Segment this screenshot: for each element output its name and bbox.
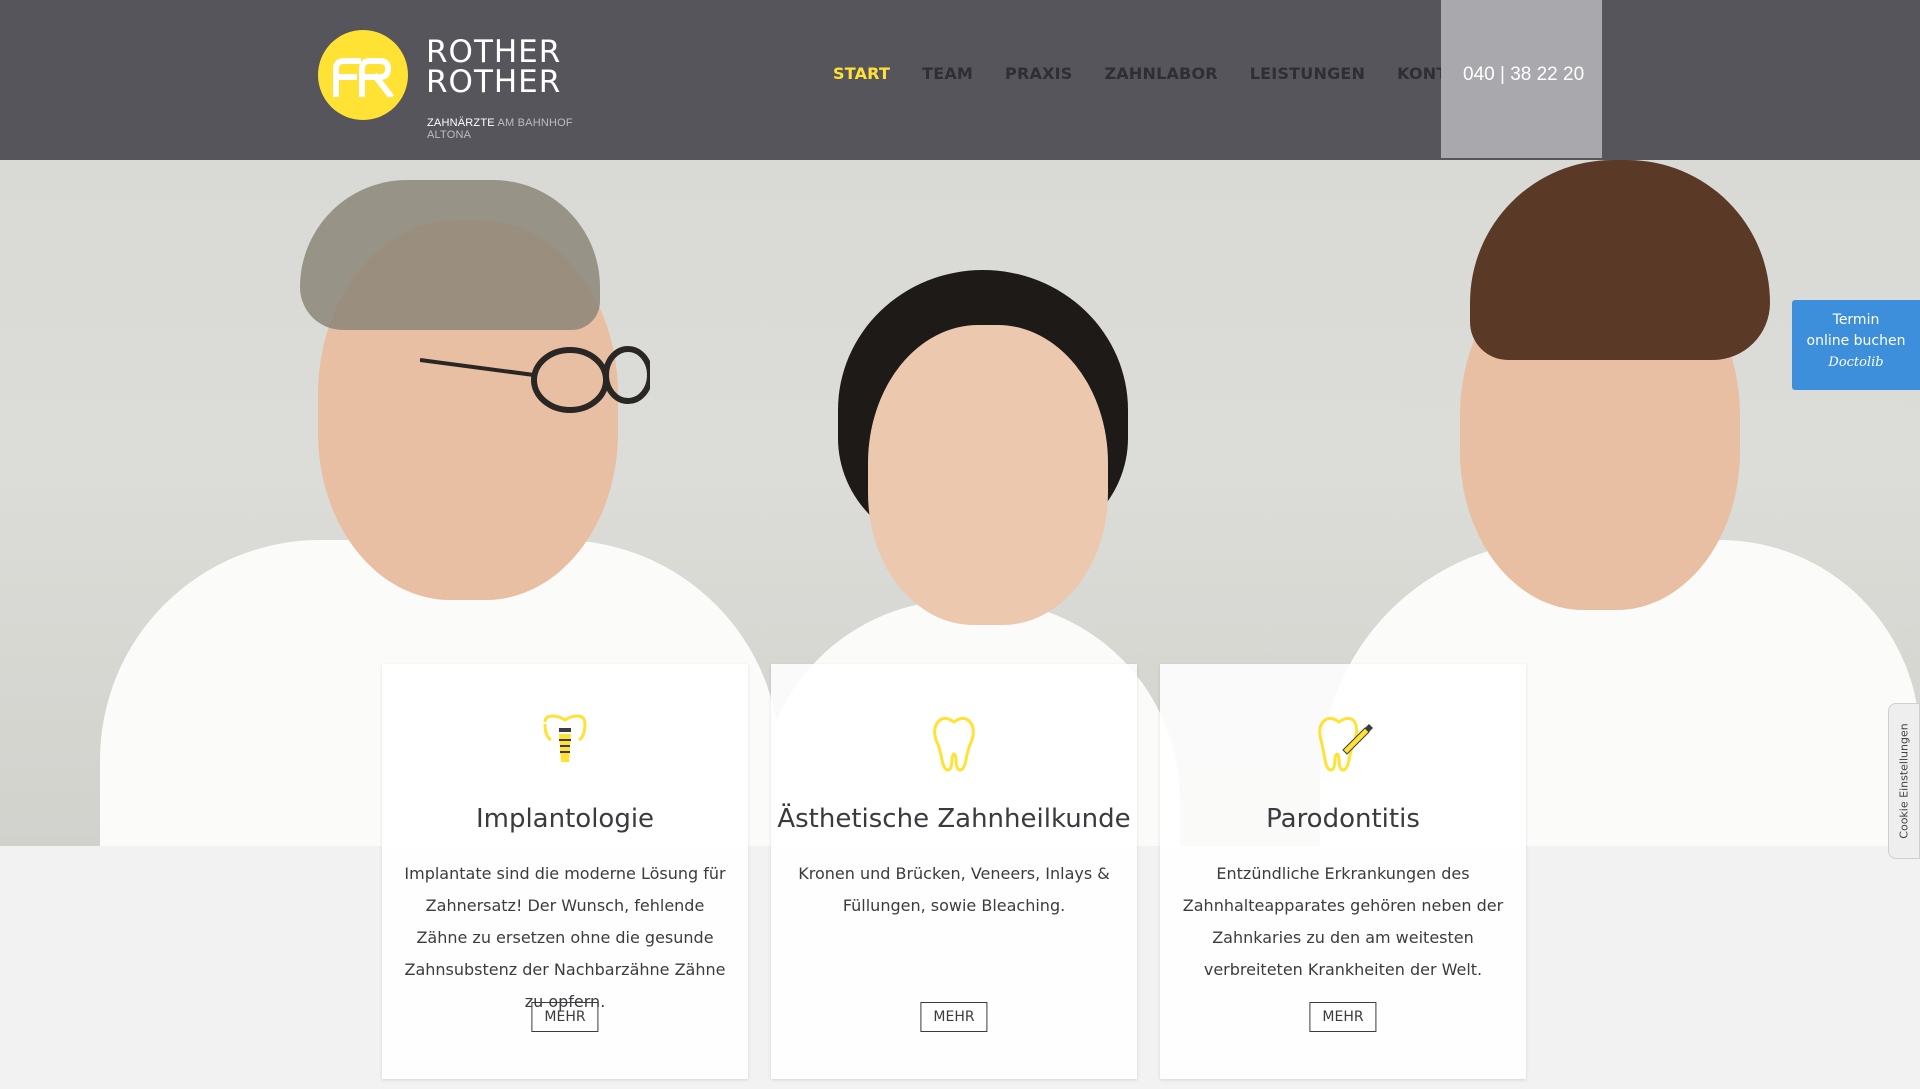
booking-brand-logo: Doctolib <box>1828 355 1884 370</box>
service-card-parodontitis: Parodontitis Entzündliche Erkrankungen d… <box>1160 664 1526 1079</box>
more-button[interactable]: MEHR <box>531 1002 599 1032</box>
site-header: ROTHER ROTHER ZAHNÄRZTE AM BAHNHOF ALTON… <box>0 0 1920 160</box>
nav-item-start[interactable]: START <box>833 64 890 83</box>
tooth-icon <box>933 716 975 772</box>
card-text: Entzündliche Erkrankungen des Zahnhaltea… <box>1182 864 1504 979</box>
nav-item-leistungen[interactable]: LEISTUNGEN <box>1250 64 1365 83</box>
main-nav: START TEAM PRAXIS ZAHNLABOR LEISTUNGEN K… <box>833 64 1515 83</box>
nav-item-praxis[interactable]: PRAXIS <box>1005 64 1072 83</box>
logo-tagline-bold: ZAHNÄRZTE <box>427 117 495 129</box>
logo-line-2: ROTHER <box>426 64 562 100</box>
online-booking-button[interactable]: Termin online buchen Doctolib <box>1792 300 1920 390</box>
booking-line-2: online buchen <box>1806 333 1906 349</box>
card-title: Implantologie <box>475 804 655 834</box>
nav-item-team[interactable]: TEAM <box>922 64 973 83</box>
phone-number[interactable]: 040 | 38 22 20 <box>1463 64 1584 86</box>
cookie-settings-tab[interactable]: Cookie Einstellungen <box>1888 703 1920 859</box>
logo[interactable]: ROTHER ROTHER ZAHNÄRZTE AM BAHNHOF ALTON… <box>318 30 608 141</box>
nav-item-zahnlabor[interactable]: ZAHNLABOR <box>1105 64 1218 83</box>
more-button[interactable]: MEHR <box>1309 1002 1377 1032</box>
logo-mark-icon <box>318 30 408 120</box>
cookie-settings-label: Cookie Einstellungen <box>1897 723 1911 839</box>
card-text: Kronen und Brücken, Veneers, Inlays & Fü… <box>798 864 1110 915</box>
logo-wordmark: ROTHER ROTHER <box>426 34 562 100</box>
service-card-implantologie: Implantologie Implantate sind die modern… <box>382 664 748 1079</box>
service-card-aesthetik: Ästhetische Zahnheilkunde Kronen und Brü… <box>771 664 1137 1079</box>
logo-tagline: ZAHNÄRZTE AM BAHNHOF ALTONA <box>427 117 608 141</box>
card-title: Parodontitis <box>1266 804 1420 834</box>
tooth-implant-icon <box>543 714 587 762</box>
logo-line-1: ROTHER <box>426 34 562 70</box>
more-button[interactable]: MEHR <box>920 1002 988 1032</box>
card-title: Ästhetische Zahnheilkunde <box>777 804 1131 834</box>
tooth-pencil-icon <box>1318 716 1373 772</box>
booking-line-1: Termin <box>1832 312 1880 328</box>
card-text: Implantate sind die moderne Lösung für Z… <box>404 864 726 1011</box>
phone-box[interactable]: 040 | 38 22 20 <box>1441 0 1602 158</box>
